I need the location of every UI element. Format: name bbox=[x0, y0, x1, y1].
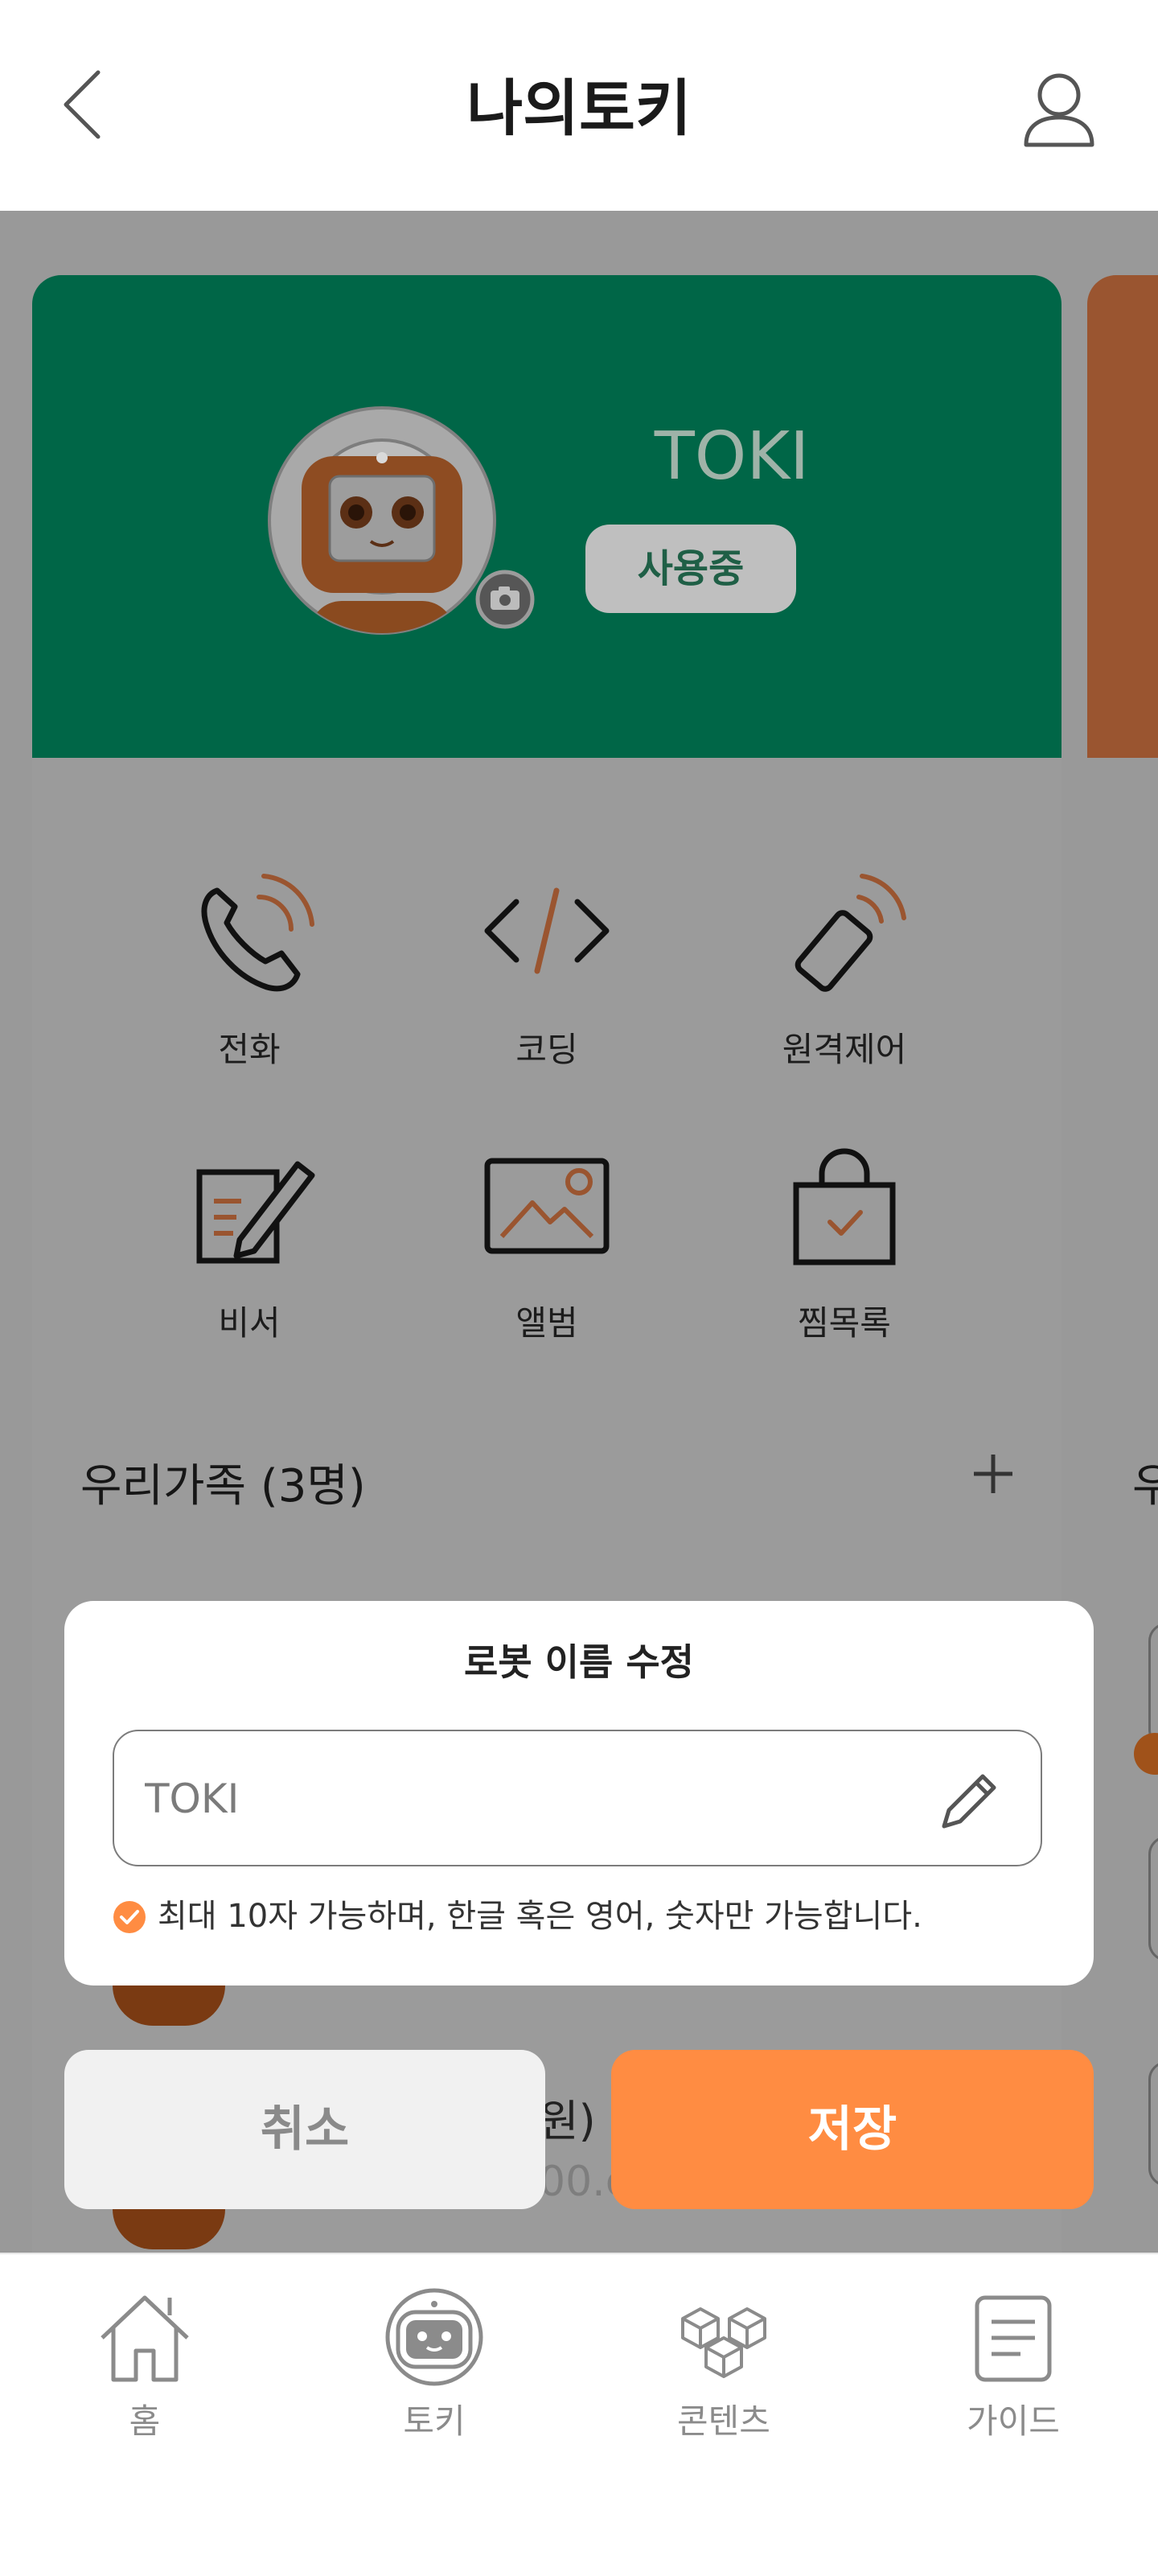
album-icon bbox=[484, 1158, 610, 1254]
nav-label: 홈 bbox=[129, 2401, 161, 2441]
next-card-family-title: 우 bbox=[1132, 1460, 1158, 1512]
menu-remote-control[interactable]: 원격제어 bbox=[724, 858, 965, 1072]
robot-name: TOKI bbox=[654, 418, 810, 495]
menu-label: 찜목록 bbox=[798, 1303, 891, 1343]
menu-label: 전화 bbox=[218, 1030, 281, 1069]
app-header: 나의토키 bbox=[0, 0, 1158, 211]
robot-name-input[interactable] bbox=[145, 1767, 917, 1831]
nav-label: 콘텐츠 bbox=[677, 2401, 770, 2441]
member-name: 원) bbox=[539, 2096, 596, 2146]
check-circle-icon bbox=[113, 1901, 146, 1933]
status-badge: 사용중 bbox=[585, 525, 796, 613]
nav-label: 가이드 bbox=[967, 2401, 1060, 2441]
guide-document-icon bbox=[975, 2295, 1052, 2382]
menu-label: 코딩 bbox=[515, 1030, 578, 1069]
bottom-navigation: 홈 토키 콘텐츠 가이드 bbox=[0, 2253, 1158, 2576]
save-button[interactable]: 저장 bbox=[611, 2050, 1094, 2209]
nav-contents[interactable]: 콘텐츠 bbox=[627, 2285, 820, 2443]
nav-guide[interactable]: 가이드 bbox=[917, 2285, 1110, 2443]
nav-toki[interactable]: 토키 bbox=[338, 2285, 531, 2443]
next-robot-card-peek[interactable] bbox=[1087, 275, 1158, 758]
robot-avatar-icon[interactable] bbox=[261, 400, 503, 641]
camera-icon[interactable] bbox=[474, 569, 536, 630]
rename-robot-dialog: 로봇 이름 수정 최대 10자 가능하며, 한글 혹은 영어, 숫자만 가능합니… bbox=[64, 1601, 1094, 1985]
pencil-icon[interactable] bbox=[933, 1765, 1005, 1837]
dialog-title: 로봇 이름 수정 bbox=[464, 1640, 694, 1684]
secretary-icon bbox=[196, 1161, 315, 1264]
menu-phone[interactable]: 전화 bbox=[129, 858, 370, 1072]
user-icon[interactable] bbox=[1015, 64, 1103, 153]
menu-coding[interactable]: 코딩 bbox=[426, 858, 667, 1072]
phone-icon bbox=[201, 874, 314, 992]
wishlist-icon bbox=[793, 1148, 896, 1265]
contents-cubes-icon bbox=[681, 2307, 766, 2378]
member-avatar-peek bbox=[1148, 1836, 1158, 1961]
menu-label: 비서 bbox=[218, 1303, 281, 1343]
member-avatar-peek bbox=[1148, 1623, 1158, 1748]
member-badge-peek bbox=[1134, 1733, 1158, 1775]
robot-profile-hero bbox=[32, 275, 1062, 758]
home-icon bbox=[101, 2295, 189, 2382]
menu-label: 앨범 bbox=[515, 1303, 578, 1343]
remote-control-icon bbox=[795, 874, 906, 992]
code-icon bbox=[484, 887, 610, 974]
name-hint: 최대 10자 가능하며, 한글 혹은 영어, 숫자만 가능합니다. bbox=[113, 1892, 1062, 1940]
robot-name-field[interactable] bbox=[113, 1730, 1042, 1866]
menu-secretary[interactable]: 비서 bbox=[129, 1132, 370, 1345]
page-title: 나의토키 bbox=[466, 72, 692, 144]
nav-label: 토키 bbox=[403, 2401, 466, 2441]
menu-album[interactable]: 앨범 bbox=[426, 1132, 667, 1345]
cancel-button[interactable]: 취소 bbox=[64, 2050, 545, 2209]
member-avatar-peek bbox=[1148, 2061, 1158, 2187]
hint-text: 최대 10자 가능하며, 한글 혹은 영어, 숫자만 가능합니다. bbox=[158, 1898, 922, 1935]
menu-label: 원격제어 bbox=[782, 1030, 907, 1069]
nav-home[interactable]: 홈 bbox=[48, 2285, 241, 2443]
toki-robot-icon bbox=[385, 2288, 483, 2386]
menu-wishlist[interactable]: 찜목록 bbox=[724, 1132, 965, 1345]
family-section-title: 우리가족 (3명) bbox=[80, 1460, 366, 1512]
plus-icon[interactable] bbox=[969, 1450, 1017, 1498]
